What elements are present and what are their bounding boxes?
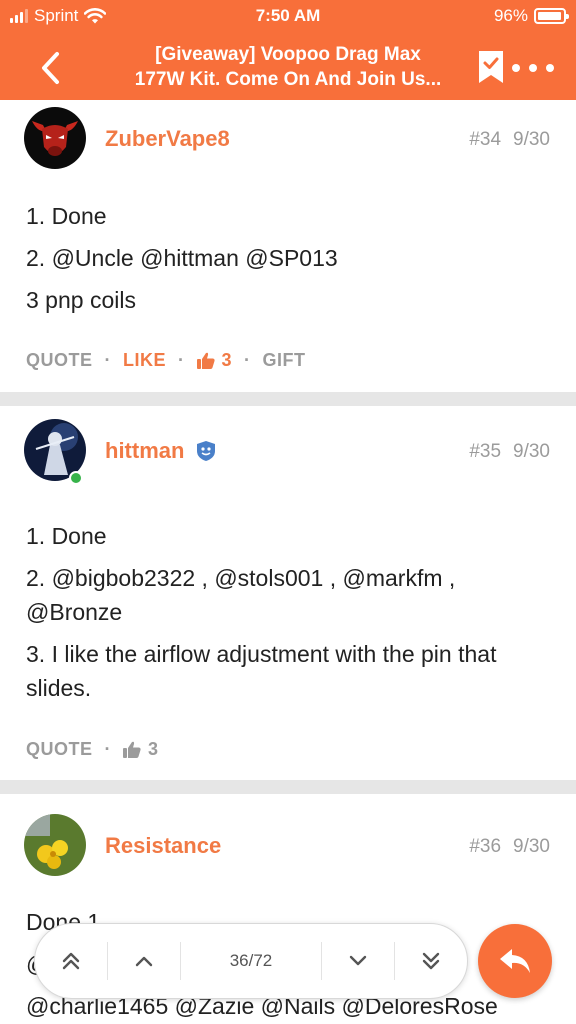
moderator-badge-icon: [197, 441, 216, 461]
reply-arrow-icon: [500, 949, 530, 973]
post-line: 1. Done: [26, 523, 107, 549]
post-feed: ZuberVape8 #34 9/30 1. Done 2. @Uncle @hi…: [0, 100, 576, 1024]
like-count-value: 3: [148, 739, 159, 759]
post-body: 1. Done 2. @bigbob2322 , @stols001 , @ma…: [26, 519, 556, 713]
post-date: 9/30: [513, 441, 550, 462]
username-row: hittman: [105, 438, 216, 464]
post-line: 2. @Uncle @hittman @SP013: [26, 245, 338, 271]
post-number: #35: [469, 441, 502, 462]
thread-title: [Giveaway] Voopoo Drag Max 177W Kit. Com…: [104, 42, 472, 92]
double-chevron-up-icon: [62, 952, 80, 970]
online-status-dot: [69, 471, 83, 485]
post-divider: [0, 392, 576, 406]
double-chevron-down-icon: [422, 952, 440, 970]
bookmark-check-icon[interactable]: [478, 50, 504, 84]
status-right: 96%: [493, 6, 569, 26]
username[interactable]: hittman: [105, 438, 184, 464]
like-count[interactable]: 3: [196, 350, 233, 371]
post-line: 3 pnp coils: [26, 287, 136, 313]
battery-icon: [534, 8, 569, 24]
thumbs-up-icon: [123, 741, 141, 758]
quote-button[interactable]: QUOTE: [26, 739, 93, 760]
post-actions: QUOTE · 3: [26, 739, 159, 760]
post-meta: #35 9/30: [469, 441, 550, 463]
post-34: ZuberVape8 #34 9/30 1. Done 2. @Uncle @hi…: [0, 100, 576, 392]
gift-button[interactable]: GIFT: [263, 350, 306, 371]
thread-title-line-1: [Giveaway] Voopoo Drag Max: [155, 44, 421, 65]
back-chevron-icon: [42, 52, 59, 84]
thumbs-up-icon: [196, 352, 215, 369]
post-actions: QUOTE · LIKE · 3 · GIFT: [26, 350, 306, 371]
chevron-up-icon: [135, 956, 153, 967]
clock: 7:50 AM: [255, 6, 321, 25]
post-number: #34: [469, 129, 502, 150]
post-line: 1. Done: [26, 203, 107, 229]
back-button[interactable]: [30, 48, 70, 88]
post-date: 9/30: [513, 836, 550, 857]
post-date: 9/30: [513, 129, 550, 150]
like-count-value: 3: [221, 350, 233, 370]
avatar[interactable]: [24, 814, 86, 876]
bull-avatar-image: [24, 107, 86, 169]
post-divider: [0, 780, 576, 794]
post-meta: #36 9/30: [469, 836, 550, 858]
battery-percent: 96%: [493, 6, 528, 25]
reply-button[interactable]: [478, 924, 552, 998]
quote-button[interactable]: QUOTE: [26, 350, 93, 371]
like-count[interactable]: 3: [123, 739, 159, 760]
like-button[interactable]: LIKE: [123, 350, 166, 371]
post-line: 2. @bigbob2322 , @stols001 , @markfm , @…: [26, 565, 456, 625]
nav-bar: [Giveaway] Voopoo Drag Max 177W Kit. Com…: [0, 32, 576, 100]
post-position[interactable]: 36/72: [181, 951, 321, 971]
more-dots-icon[interactable]: [512, 58, 554, 78]
next-post-button[interactable]: [322, 923, 394, 999]
thread-title-line-2: 177W Kit. Come On And Join Us...: [134, 69, 442, 90]
pagination-bar: 36/72: [34, 923, 468, 999]
avatar[interactable]: [24, 107, 86, 169]
post-number: #36: [469, 836, 502, 857]
flower-avatar-image: [24, 814, 86, 876]
post-meta: #34 9/30: [469, 129, 550, 151]
first-page-button[interactable]: [35, 923, 107, 999]
username[interactable]: ZuberVape8: [105, 126, 230, 152]
post-35: hittman #35 9/30 1. Done 2. @bigbob2322 ,…: [0, 406, 576, 780]
username[interactable]: Resistance: [105, 833, 221, 859]
last-page-button[interactable]: [395, 923, 467, 999]
chevron-down-icon: [349, 955, 367, 966]
top-bar: Sprint 7:50 AM 96% [Giveaway] Voopoo Dra…: [0, 0, 576, 100]
status-bar: Sprint 7:50 AM 96%: [0, 0, 576, 32]
post-line: 3. I like the airflow adjustment with th…: [26, 641, 497, 701]
post-body: 1. Done 2. @Uncle @hittman @SP013 3 pnp …: [26, 199, 556, 325]
prev-post-button[interactable]: [108, 923, 180, 999]
